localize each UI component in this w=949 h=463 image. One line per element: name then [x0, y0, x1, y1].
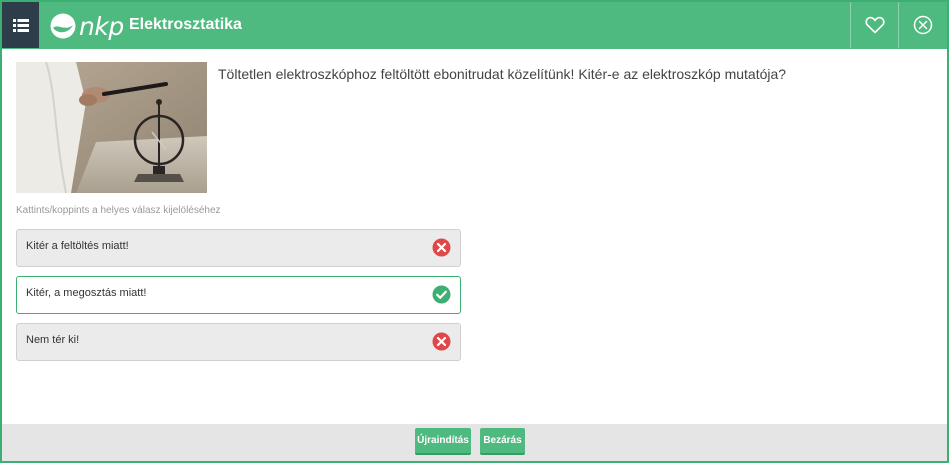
header-bar: nkp Elektrosztatika: [2, 2, 947, 49]
answer-option-1[interactable]: Kitér a feltöltés miatt!: [16, 229, 461, 267]
menu-button[interactable]: [2, 2, 39, 48]
answer-option-3[interactable]: Nem tér ki!: [16, 323, 461, 361]
close-circle-icon: [913, 15, 932, 35]
electroscope-photo: [16, 62, 207, 193]
answer-label: Kitér a feltöltés miatt!: [26, 240, 129, 252]
answer-option-2[interactable]: Kitér, a megosztás miatt!: [16, 276, 461, 314]
logo-text: nkp: [79, 11, 124, 41]
page-title: Elektrosztatika: [129, 16, 242, 33]
favorite-button[interactable]: [850, 2, 898, 48]
footer-bar: Újraindítás Bezárás: [2, 424, 947, 461]
list-icon: [12, 18, 29, 32]
question-text: Töltetlen elektroszkóphoz feltöltött ebo…: [218, 66, 787, 82]
x-circle-icon: [432, 238, 451, 257]
check-circle-icon: [432, 285, 451, 304]
answer-label: Kitér, a megosztás miatt!: [26, 287, 147, 299]
nkp-logo: nkp: [50, 11, 124, 41]
restart-button[interactable]: Újraindítás: [415, 428, 471, 455]
app-window: nkp Elektrosztatika Töltetlen elektroszk…: [0, 0, 949, 463]
answer-label: Nem tér ki!: [26, 334, 80, 346]
x-circle-icon: [432, 332, 451, 351]
instruction-text: Kattints/koppints a helyes válasz kijelö…: [16, 205, 221, 216]
heart-icon: [864, 16, 885, 34]
close-window-button[interactable]: [898, 2, 946, 48]
close-button[interactable]: Bezárás: [480, 428, 525, 455]
nkp-logo-icon: [50, 13, 76, 39]
